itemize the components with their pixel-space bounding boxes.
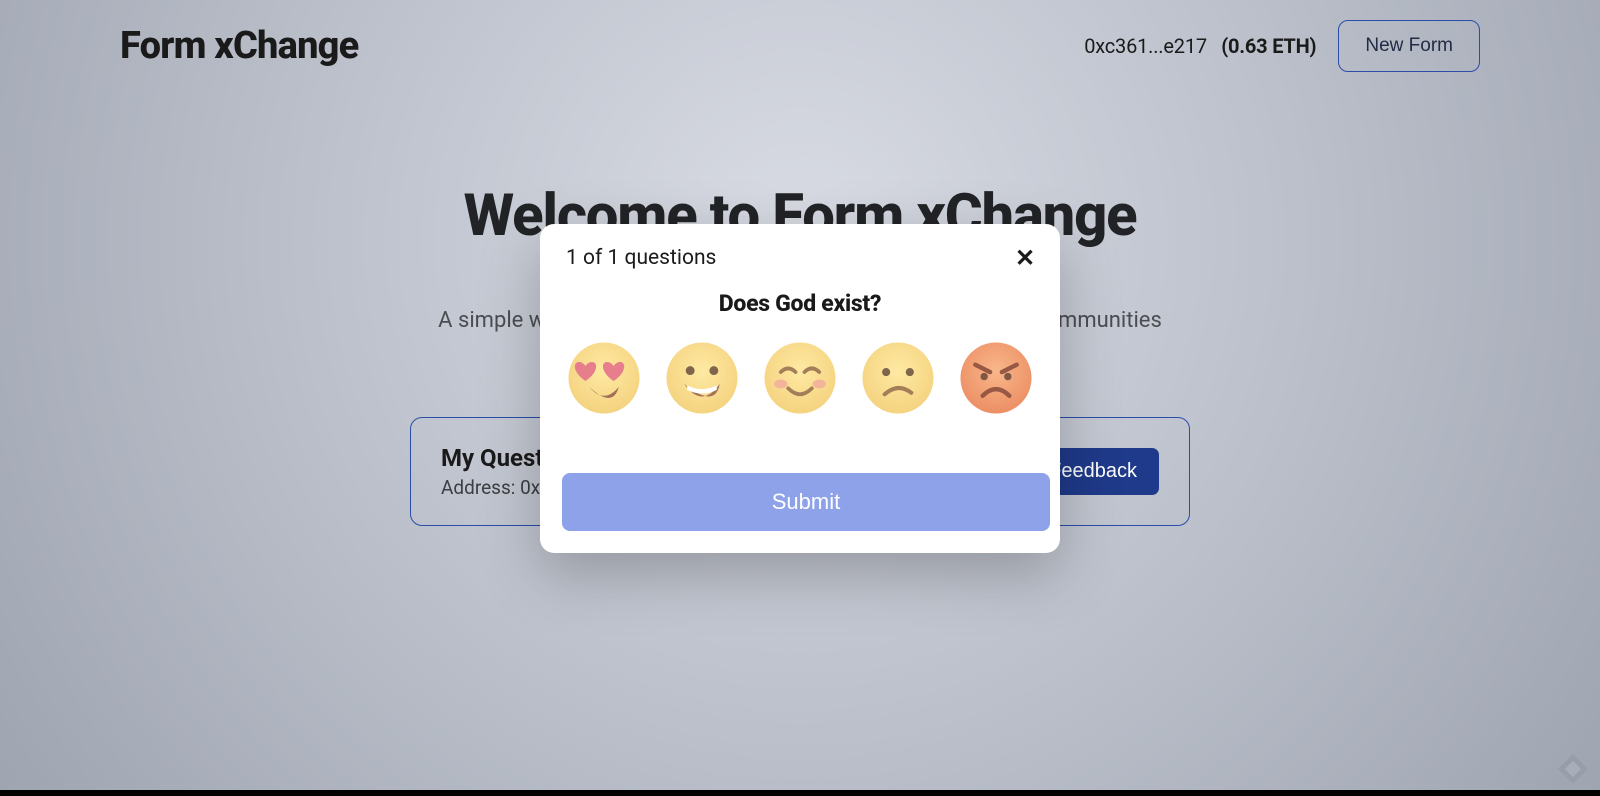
question-counter: 1 of 1 questions [566, 246, 716, 270]
wallet-balance: (0.63 ETH) [1221, 34, 1316, 58]
submit-button[interactable]: Submit [562, 473, 1050, 531]
new-form-button[interactable]: New Form [1338, 20, 1480, 72]
angry-emoji[interactable] [959, 341, 1033, 415]
grinning-emoji[interactable] [665, 341, 739, 415]
platform-badge-icon [1556, 752, 1590, 786]
bottom-strip [0, 790, 1600, 796]
smiling-emoji[interactable] [763, 341, 837, 415]
heart-eyes-emoji[interactable] [567, 341, 641, 415]
feedback-modal: 1 of 1 questions ✕ Does God exist? [540, 224, 1060, 553]
emoji-options [562, 341, 1038, 415]
app-title: Form xChange [120, 24, 358, 68]
header-right: 0xc361...e217 (0.63 ETH) New Form [1084, 20, 1480, 72]
modal-header: 1 of 1 questions ✕ [562, 246, 1038, 270]
close-icon[interactable]: ✕ [1012, 246, 1038, 270]
wallet-address: 0xc361...e217 [1084, 34, 1207, 58]
modal-question: Does God exist? [562, 290, 1038, 317]
wallet-info: 0xc361...e217 (0.63 ETH) [1084, 34, 1316, 58]
confused-emoji[interactable] [861, 341, 935, 415]
header: Form xChange 0xc361...e217 (0.63 ETH) Ne… [0, 0, 1600, 72]
